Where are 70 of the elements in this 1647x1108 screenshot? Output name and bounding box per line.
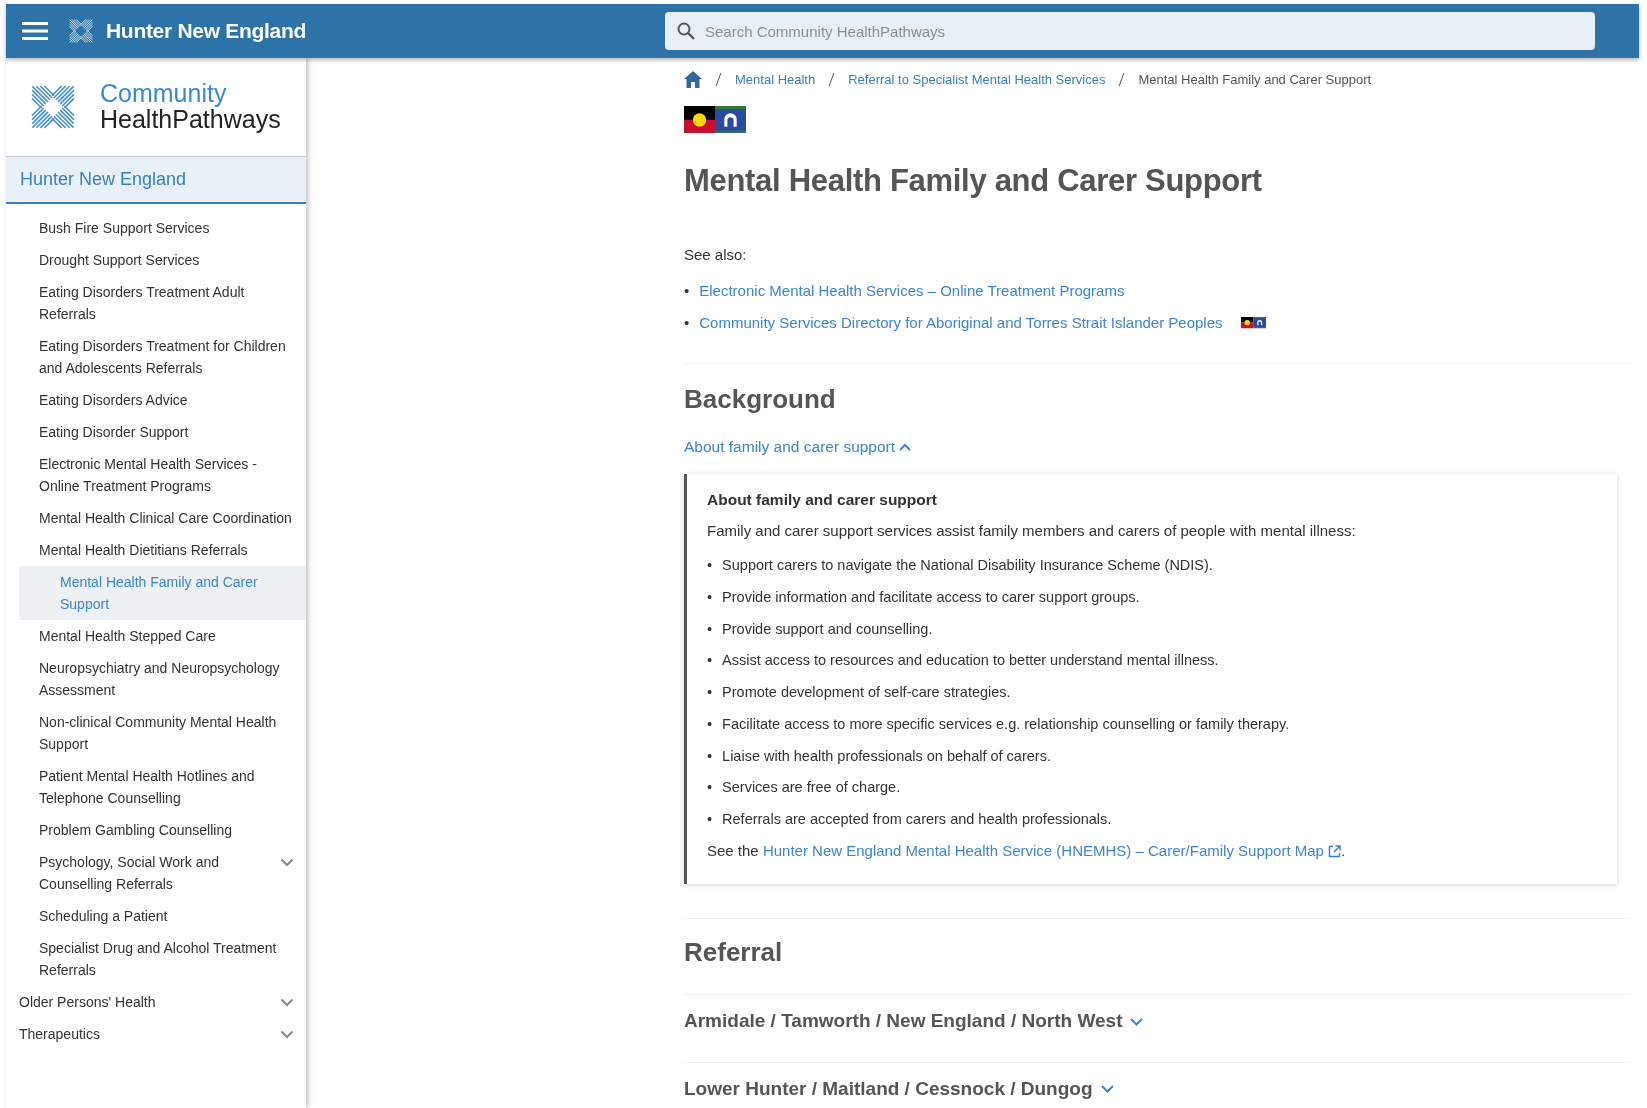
menu-icon[interactable] <box>22 21 48 41</box>
external-link-icon <box>1328 845 1342 859</box>
chevron-up-icon <box>899 442 912 451</box>
sidebar-item[interactable]: Mental Health Clinical Care Coordination <box>6 502 306 534</box>
bullet-text: Provide support and counselling. <box>722 619 933 639</box>
flags-icon <box>684 105 746 134</box>
bullet-marker: • <box>707 587 713 607</box>
bullet-marker: • <box>707 714 713 734</box>
sidebar-item[interactable]: Specialist Drug and Alcohol Treatment Referrals <box>6 932 306 986</box>
sidebar-item[interactable]: Drought Support Services <box>6 244 306 276</box>
sidebar-item[interactable]: Eating Disorder Support <box>6 416 306 448</box>
region-toggle[interactable]: Armidale / Tamworth / New England / North West <box>684 1007 1144 1036</box>
sidebar-item[interactable]: Scheduling a Patient <box>6 900 306 932</box>
map-link[interactable]: Hunter New England Mental Health Service (HNEMHS) – Carer/Family Support Map <box>762 841 1342 859</box>
bullet-marker: • <box>684 312 690 333</box>
bullet-marker: • <box>707 746 713 766</box>
chevron-down-icon[interactable] <box>280 998 294 1007</box>
sidebar-item[interactable]: Bush Fire Support Services <box>6 212 306 244</box>
chevron-down-icon <box>1130 1017 1144 1026</box>
sidebar-item[interactable]: Patient Mental Health Hotlines and Telephone Counselling <box>6 760 306 814</box>
bullet-marker: • <box>707 651 713 671</box>
sidebar-item[interactable]: Electronic Mental Health Services - Online Treatment Programs <box>6 448 306 502</box>
chevron-down-icon[interactable] <box>280 858 294 867</box>
bullet-text: Promote development of self-care strategies. <box>722 683 1011 703</box>
search-icon <box>677 22 695 40</box>
breadcrumb-link[interactable]: Mental Health <box>735 70 816 90</box>
sidebar-item[interactable]: Mental Health Dietitians Referrals <box>6 534 306 566</box>
bullet-text: Support carers to navigate the National Disability Insurance Scheme (NDIS). <box>722 556 1213 576</box>
sidebar-header[interactable]: Hunter New England <box>6 156 306 204</box>
sidebar-item[interactable]: Psychology, Social Work and Counselling Referrals <box>6 846 306 900</box>
footer-sentence: See the Hunter New England Mental Health Service (HNEMHS) – Carer/Family Support Map . <box>707 840 1347 861</box>
panel-intro: Family and carer support services assist family members and carers of people with mental illness: <box>707 520 1357 541</box>
sidebar-item[interactable]: Non-clinical Community Mental Health Support <box>6 706 306 760</box>
sidebar-item[interactable]: Neuropsychiatry and Neuropsychology Assessment <box>6 652 306 706</box>
bullet-marker: • <box>707 683 713 703</box>
sidebar-item[interactable]: Eating Disorders Treatment Adult Referrals <box>6 276 306 330</box>
bullet-text: Provide information and facilitate access to carer support groups. <box>722 587 1140 607</box>
bullet-text: Services are free of charge. <box>722 778 901 798</box>
bullet-marker: • <box>707 810 713 830</box>
bullet-text: Liaise with health professionals on behalf of carers. <box>722 746 1051 766</box>
bullet-text: Assist access to resources and education to better understand mental illness. <box>722 651 1219 671</box>
logo-text: HealthPathways <box>100 106 281 133</box>
sidebar-item[interactable]: Problem Gambling Counselling <box>6 814 306 846</box>
search-field[interactable]: Search Community HealthPathways <box>665 12 1595 50</box>
bullet-marker: • <box>707 619 713 639</box>
see-also-label: See also: <box>684 245 748 266</box>
sidebar-item[interactable]: Therapeutics <box>6 1018 306 1050</box>
chevron-down-icon[interactable] <box>280 1030 294 1039</box>
bullet-text: Facilitate access to more specific services e.g. relationship counselling or family therapy. <box>722 714 1290 734</box>
section-heading: Referral <box>684 936 784 970</box>
sidebar-item[interactable]: Mental Health Stepped Care <box>6 620 306 652</box>
bullet-marker: • <box>684 280 690 301</box>
bullet-text: Referrals are accepted from carers and health professionals. <box>722 810 1112 830</box>
site-title[interactable]: Hunter New England <box>106 15 306 47</box>
see-also-link[interactable]: Community Services Directory for Aboriginal and Torres Strait Islander Peoples <box>699 306 1223 339</box>
bullet-marker: • <box>707 556 713 576</box>
section-heading: Background <box>684 382 837 416</box>
breadcrumb-link[interactable]: Referral to Specialist Mental Health Services <box>848 70 1106 90</box>
breadcrumb-current: Mental Health Family and Carer Support <box>1138 71 1372 89</box>
bullet-marker: • <box>707 778 713 798</box>
chevron-down-icon <box>1100 1085 1114 1094</box>
home-icon[interactable] <box>684 71 702 89</box>
panel-title: About family and carer support <box>707 490 938 511</box>
sidebar-item[interactable]: Eating Disorders Advice <box>6 384 306 416</box>
page-title: Mental Health Family and Carer Support <box>684 161 1263 200</box>
see-also-link[interactable]: Electronic Mental Health Services – Online Treatment Programs <box>699 274 1125 307</box>
toggle-link[interactable]: About family and carer support <box>684 434 912 459</box>
region-toggle[interactable]: Lower Hunter / Maitland / Cessnock / Dungog <box>684 1074 1114 1104</box>
sidebar-item[interactable]: Eating Disorders Treatment for Children and Adolescents Referrals <box>6 330 306 384</box>
sidebar-item[interactable]: Older Persons' Health <box>6 986 306 1018</box>
